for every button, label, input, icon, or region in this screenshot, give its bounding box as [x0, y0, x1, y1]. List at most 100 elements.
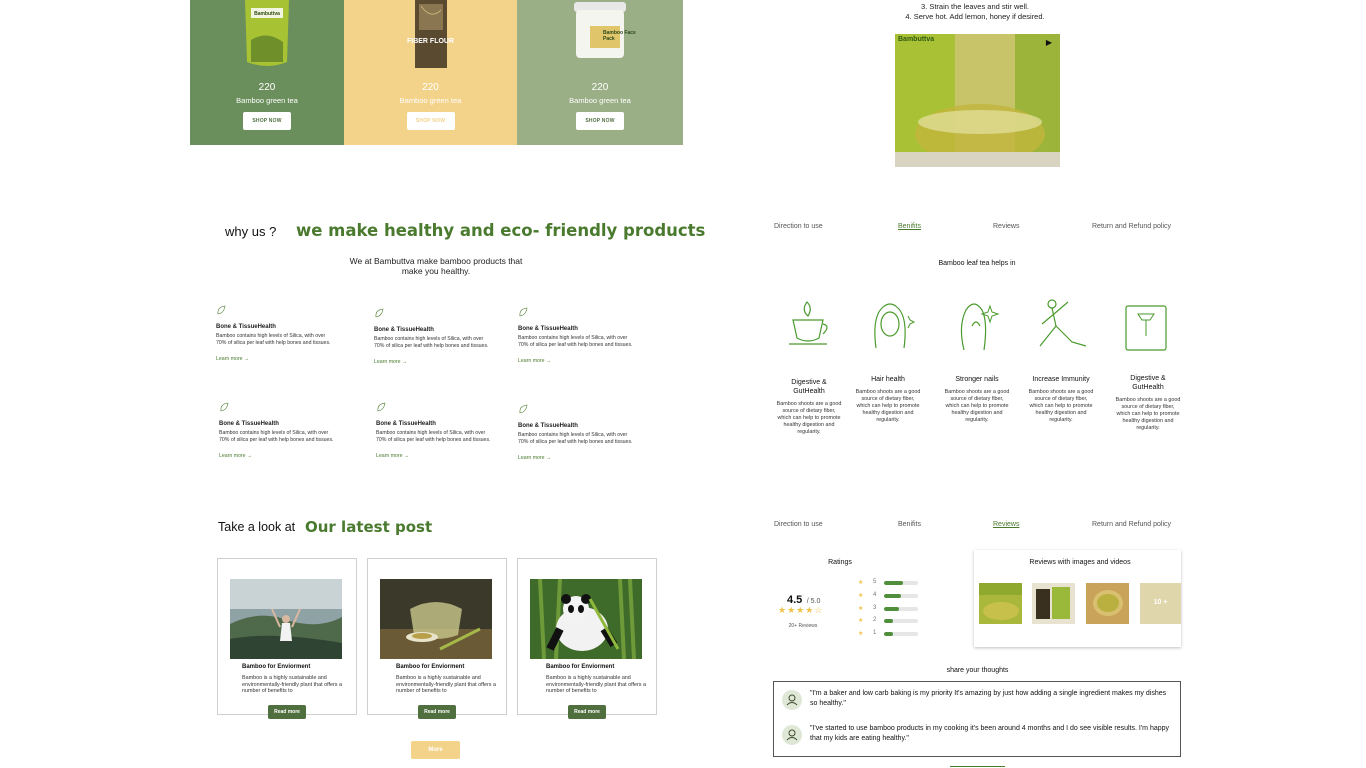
feature-description: Bamboo contains high levels of Silica, w…	[518, 335, 633, 348]
avatar	[782, 725, 802, 745]
more-button[interactable]: More	[411, 741, 460, 759]
posts-headline: Our latest post	[305, 518, 433, 536]
benefit-icon-box	[950, 296, 1002, 352]
read-more-button[interactable]: Read more	[268, 705, 306, 719]
tab-refund-policy[interactable]: Return and Refund policy	[1092, 223, 1171, 230]
rating-bar-track	[884, 581, 918, 585]
review-thumbnail[interactable]	[979, 583, 1022, 624]
tea-video[interactable]: Bambuttva ▶	[895, 34, 1060, 167]
arrow-right-icon: →	[401, 359, 408, 366]
benefit-description: Bamboo shoots are a good source of dieta…	[944, 389, 1010, 423]
post-excerpt: Bamboo is a highly sustainable and envir…	[546, 675, 646, 695]
arrow-right-icon: →	[243, 356, 250, 363]
learn-more-link[interactable]: Learn more →	[376, 453, 491, 459]
learn-more-link[interactable]: Learn more →	[518, 455, 633, 461]
feature-title: Bone & TissueHealth	[219, 421, 279, 427]
star-icon: ★	[787, 605, 797, 615]
benefit-item: Hair health Bamboo shoots are a good sou…	[855, 375, 921, 424]
benefit-item: Increase Immunity Bamboo shoots are a go…	[1028, 375, 1094, 424]
review-count: 20+ Reviews	[788, 623, 818, 629]
feature-title: Bone & TissueHealth	[374, 327, 434, 333]
rating-bar-track	[884, 594, 918, 598]
arrow-right-icon: →	[545, 455, 552, 462]
post-card: Bamboo for Enviorment Bamboo is a highly…	[367, 558, 507, 719]
rating-level-label: 2	[873, 617, 877, 623]
product-name: Bamboo green tea	[236, 96, 298, 105]
scale-icon	[1125, 305, 1167, 351]
feature-description: Bamboo contains high levels of Silica, w…	[376, 430, 491, 443]
review-thumbnail-more[interactable]: 10 +	[1140, 583, 1181, 624]
post-excerpt: Bamboo is a highly sustainable and envir…	[242, 675, 342, 695]
benefit-title: Increase Immunity	[1032, 376, 1090, 383]
post-image	[380, 579, 492, 659]
rating-level-label: 5	[873, 579, 877, 585]
review-thumbnail[interactable]	[1086, 583, 1129, 624]
play-icon[interactable]: ▶	[1046, 38, 1052, 47]
rating-bar-fill	[884, 594, 901, 598]
rating-bar: ★ 3	[858, 605, 920, 613]
product-image	[414, 0, 447, 68]
learn-more-link[interactable]: Learn more →	[374, 359, 489, 365]
rating-bar-fill	[884, 619, 893, 623]
product-label: FIBER FLOUR	[406, 38, 455, 45]
tab-reviews[interactable]: Reviews	[993, 521, 1019, 528]
benefit-title: Hair health	[871, 376, 905, 383]
feature-description: Bamboo contains high levels of Silica, w…	[219, 430, 334, 443]
feature-title: Bone & TissueHealth	[518, 423, 578, 429]
learn-more-label: Learn more	[216, 356, 243, 363]
product-price: 220	[591, 82, 609, 93]
post-title: Bamboo for Enviorment	[242, 664, 311, 670]
shop-now-button[interactable]: SHOP NOW	[243, 112, 291, 130]
learn-more-link[interactable]: Learn more →	[518, 358, 633, 364]
feature-description: Bamboo contains high levels of Silica, w…	[216, 333, 331, 346]
benefit-description: Bamboo shoots are a good source of dieta…	[1028, 389, 1094, 423]
benefit-icon-box	[1122, 302, 1170, 354]
tab-reviews[interactable]: Reviews	[993, 223, 1019, 230]
feature-card: Bone & TissueHealth Bamboo contains high…	[376, 399, 491, 459]
star-icon: ★	[858, 593, 864, 599]
post-title: Bamboo for Enviorment	[396, 664, 465, 670]
product-price: 220	[258, 82, 276, 93]
leaf-icon	[519, 404, 528, 414]
benefit-description: Bamboo shoots are a good source of dieta…	[855, 389, 921, 423]
rating-level-label: 3	[873, 605, 877, 611]
step-text: 4. Serve hot. Add lemon, honey if desire…	[905, 12, 1045, 21]
more-media-count: 10 +	[1153, 599, 1168, 606]
feature-card: Bone & TissueHealth Bamboo contains high…	[219, 399, 334, 459]
shop-now-button[interactable]: SHOP NOW	[576, 112, 624, 130]
feature-card: Bone & TissueHealth Bamboo contains high…	[216, 302, 331, 362]
rating-bar-fill	[884, 581, 903, 585]
star-icon: ★	[858, 618, 864, 624]
post-excerpt: Bamboo is a highly sustainable and envir…	[396, 675, 496, 695]
tab-refund-policy[interactable]: Return and Refund policy	[1092, 521, 1171, 528]
shop-now-button[interactable]: SHOP NOW	[406, 112, 455, 130]
rating-bar: ★ 1	[858, 630, 920, 638]
feature-description: Bamboo contains high levels of Silica, w…	[374, 336, 489, 349]
rating-level-label: 4	[873, 592, 877, 598]
tab-direction[interactable]: Direction to use	[774, 223, 823, 230]
learn-more-link[interactable]: Learn more →	[216, 356, 331, 362]
hair-icon	[874, 303, 916, 349]
tab-benefits[interactable]: Benifits	[898, 223, 921, 230]
leaf-icon	[519, 307, 528, 317]
product-card: FIBER FLOUR 220 Bamboo green tea SHOP NO…	[344, 0, 517, 145]
review-thumbnail[interactable]	[1032, 583, 1075, 624]
tab-benefits[interactable]: Benifits	[898, 521, 921, 528]
star-icon: ★	[805, 605, 815, 615]
benefit-icon-box	[1032, 296, 1092, 352]
read-more-button[interactable]: Read more	[418, 705, 456, 719]
why-us-headline: we make healthy and eco- friendly produc…	[296, 221, 706, 240]
posts-prefix: Take a look at	[218, 520, 296, 534]
benefit-icon-box	[779, 292, 837, 356]
benefit-item: Digestive & GutHealth Bamboo shoots are …	[776, 378, 842, 436]
product-card: Bamboo Face Pack 220 Bamboo green tea SH…	[517, 0, 683, 145]
learn-more-label: Learn more	[219, 453, 246, 460]
read-more-button[interactable]: Read more	[568, 705, 606, 719]
benefit-title: Digestive & GutHealth	[1130, 375, 1166, 391]
product-brand: Bambuttva	[254, 11, 280, 17]
learn-more-link[interactable]: Learn more →	[219, 453, 334, 459]
tab-direction[interactable]: Direction to use	[774, 521, 823, 528]
feature-title: Bone & TissueHealth	[216, 324, 276, 330]
why-us-description: We at Bambuttva make bamboo products tha…	[349, 256, 523, 276]
review-media-title: Reviews with images and videos	[1029, 559, 1131, 566]
